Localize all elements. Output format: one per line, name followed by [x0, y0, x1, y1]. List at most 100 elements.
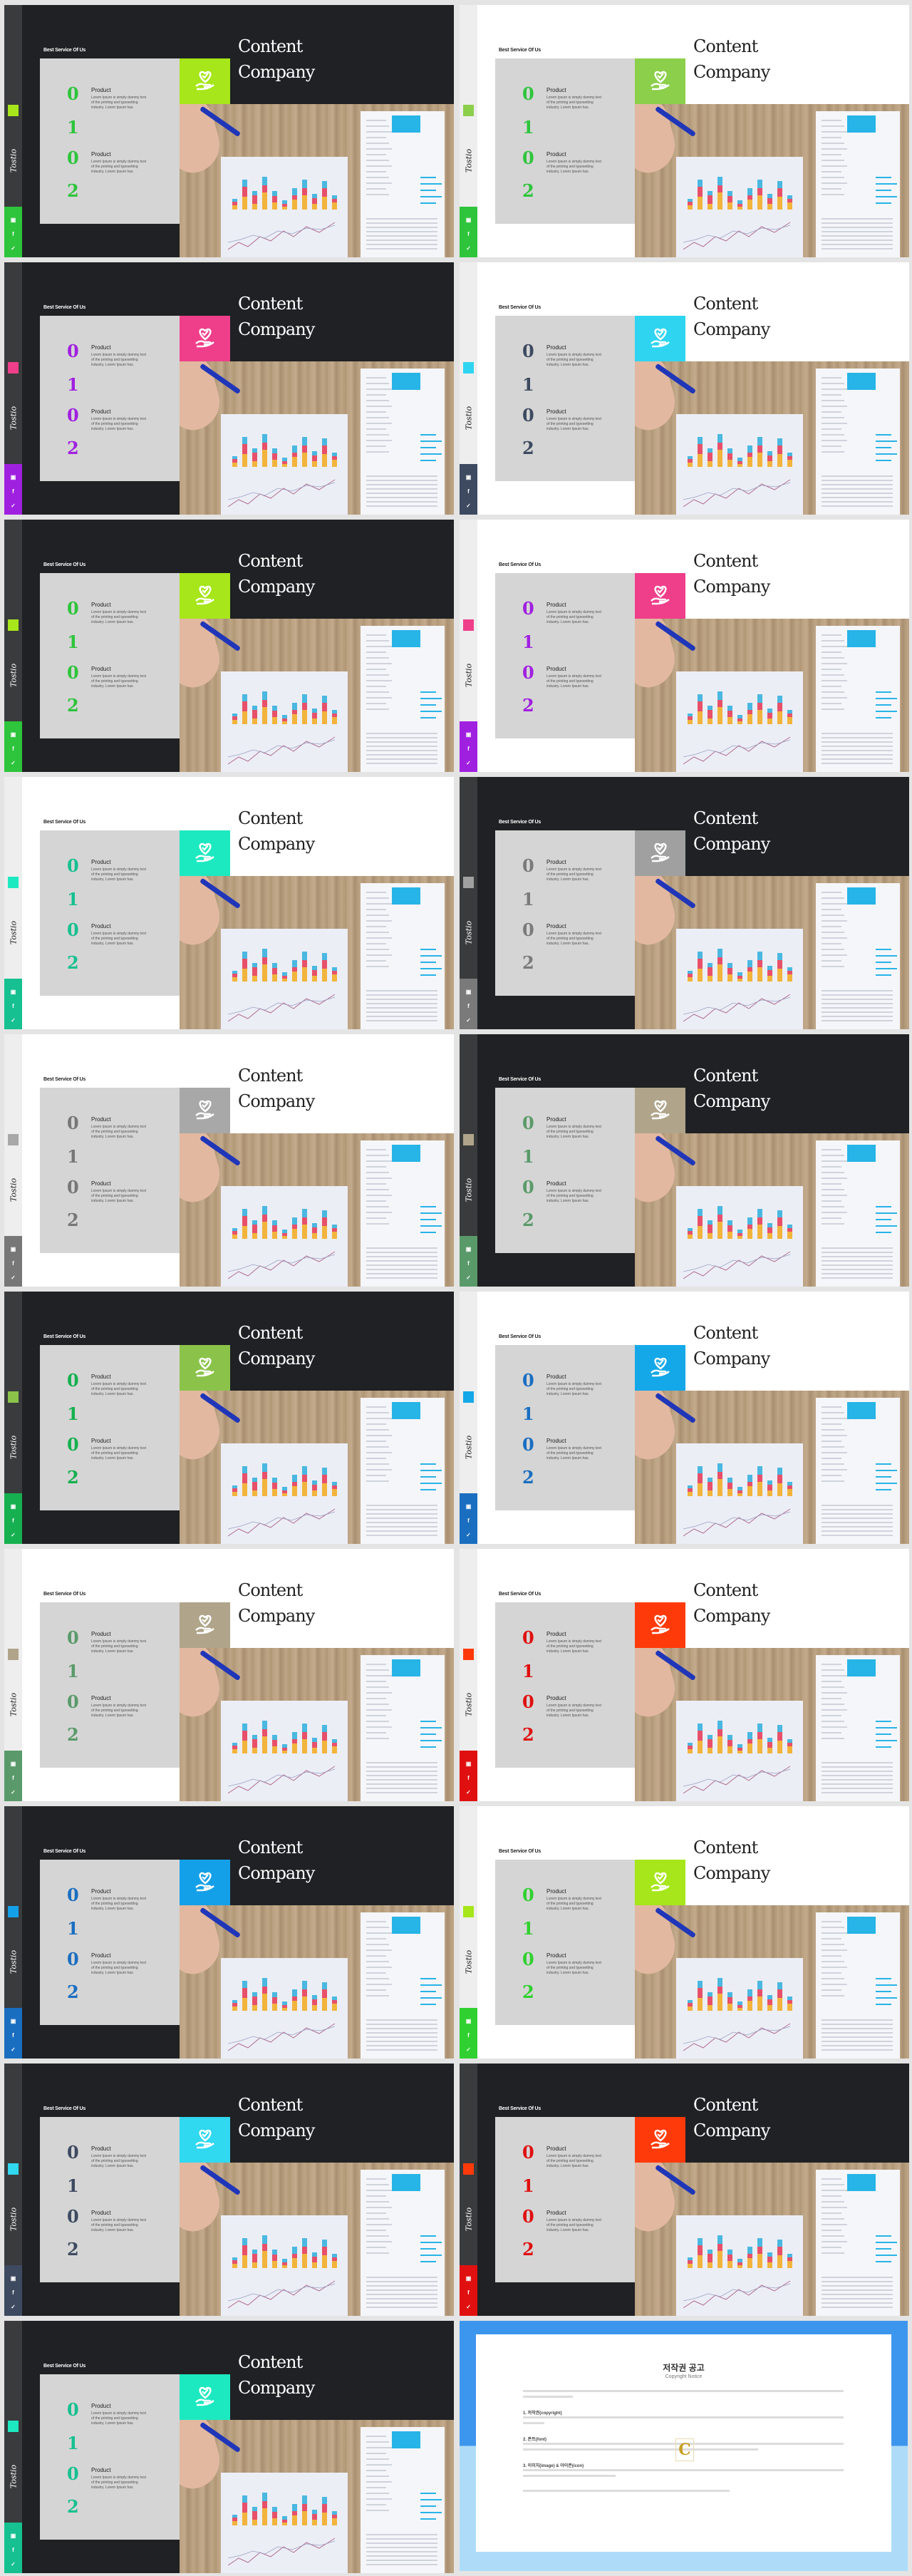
youtube-icon[interactable]: ▣ — [10, 1503, 16, 1510]
chart-bar — [262, 2244, 267, 2251]
youtube-icon[interactable]: ▣ — [465, 474, 472, 480]
slide-thumbnail[interactable]: Tostio ▣ f ✓ Best Service Of Us 0 1 0 2 Product Lo… — [4, 5, 454, 257]
hand-image — [635, 876, 682, 950]
text-line — [366, 1732, 386, 1733]
youtube-icon[interactable]: ▣ — [465, 2275, 472, 2282]
youtube-icon[interactable]: ▣ — [465, 217, 472, 223]
youtube-icon[interactable]: ▣ — [10, 2533, 16, 2539]
youtube-icon[interactable]: ▣ — [465, 989, 472, 995]
youtube-icon[interactable]: ▣ — [10, 2275, 16, 2282]
slide-thumbnail[interactable]: Tostio ▣ f ✓ Best Service Of Us 0 1 0 2 Product Lo… — [460, 777, 909, 1029]
facebook-icon[interactable]: f — [465, 2289, 472, 2296]
youtube-icon[interactable]: ▣ — [10, 1761, 16, 1767]
chart-bar — [232, 1746, 237, 1749]
twitter-icon[interactable]: ✓ — [10, 1532, 16, 1538]
youtube-icon[interactable]: ▣ — [465, 2018, 472, 2024]
slide-thumbnail[interactable]: Tostio ▣ f ✓ Best Service Of Us 0 1 0 2 Product Lo… — [4, 262, 454, 515]
facebook-icon[interactable]: f — [10, 231, 16, 237]
twitter-icon[interactable]: ✓ — [10, 2304, 16, 2310]
twitter-icon[interactable]: ✓ — [465, 245, 472, 252]
chart-bar — [757, 1475, 762, 1482]
slide-thumbnail[interactable]: Tostio ▣ f ✓ Best Service Of Us 0 1 0 2 Product Lo… — [460, 1549, 909, 1801]
facebook-icon[interactable]: f — [465, 1003, 472, 1009]
chart-bar — [787, 710, 792, 713]
twitter-icon[interactable]: ✓ — [465, 1532, 472, 1538]
text-line — [366, 758, 437, 760]
twitter-icon[interactable]: ✓ — [10, 245, 16, 252]
facebook-icon[interactable]: f — [10, 1260, 16, 1267]
slide-thumbnail[interactable]: Tostio ▣ f ✓ Best Service Of Us 0 1 0 2 Product Lo… — [460, 1292, 909, 1544]
slide-thumbnail[interactable]: Tostio ▣ f ✓ Best Service Of Us 0 1 0 2 Product Lo… — [460, 5, 909, 257]
twitter-icon[interactable]: ✓ — [10, 1017, 16, 1024]
twitter-icon[interactable]: ✓ — [465, 760, 472, 766]
facebook-icon[interactable]: f — [465, 1775, 472, 1781]
youtube-icon[interactable]: ▣ — [10, 1246, 16, 1252]
slide-thumbnail[interactable]: Tostio ▣ f ✓ Best Service Of Us 0 1 0 2 Product Lo… — [460, 1034, 909, 1287]
twitter-icon[interactable]: ✓ — [465, 2304, 472, 2310]
chart-bar — [292, 1482, 297, 1486]
facebook-icon[interactable]: f — [465, 1260, 472, 1267]
youtube-icon[interactable]: ▣ — [10, 217, 16, 223]
twitter-icon[interactable]: ✓ — [10, 760, 16, 766]
youtube-icon[interactable]: ▣ — [10, 2018, 16, 2024]
facebook-icon[interactable]: f — [10, 1518, 16, 1524]
title-line-1: Content — [238, 1066, 303, 1086]
slide-thumbnail[interactable]: Tostio ▣ f ✓ Best Service Of Us 0 1 0 2 Product Lo… — [460, 1806, 909, 2059]
twitter-icon[interactable]: ✓ — [465, 1789, 472, 1796]
slide-thumbnail[interactable]: Tostio ▣ f ✓ Best Service Of Us 0 1 0 2 Product Lo… — [460, 2064, 909, 2316]
sidebar: Tostio ▣ f ✓ — [460, 1549, 477, 1801]
twitter-icon[interactable]: ✓ — [465, 2046, 472, 2053]
slide-thumbnail[interactable]: Tostio ▣ f ✓ Best Service Of Us 0 1 0 2 Product Lo… — [4, 777, 454, 1029]
twitter-icon[interactable]: ✓ — [465, 1017, 472, 1024]
chart-bar — [777, 1989, 782, 1998]
text-line — [822, 1788, 893, 1789]
twitter-icon[interactable]: ✓ — [465, 503, 472, 509]
brand-script-logo: Tostio — [9, 1949, 19, 1974]
facebook-icon[interactable]: f — [10, 2289, 16, 2296]
skill-bar — [876, 2255, 897, 2256]
facebook-icon[interactable]: f — [10, 2032, 16, 2039]
youtube-icon[interactable]: ▣ — [10, 474, 16, 480]
text-line — [822, 488, 893, 490]
brand-script-logo: Tostio — [464, 406, 474, 431]
twitter-icon[interactable]: ✓ — [10, 1274, 16, 1281]
step-number: 0 — [67, 1434, 79, 1455]
facebook-icon[interactable]: f — [10, 746, 16, 752]
product-description: Lorem Ipsum is simply dummy text of the … — [546, 1382, 601, 1396]
twitter-icon[interactable]: ✓ — [10, 503, 16, 509]
slide-thumbnail[interactable]: Tostio ▣ f ✓ Best Service Of Us 0 1 0 2 Product Lo… — [4, 1034, 454, 1287]
slide-thumbnail[interactable]: Tostio ▣ f ✓ Best Service Of Us 0 1 0 2 Product Lo… — [4, 1292, 454, 1544]
facebook-icon[interactable]: f — [10, 1775, 16, 1781]
facebook-icon[interactable]: f — [465, 488, 472, 495]
twitter-icon[interactable]: ✓ — [465, 1274, 472, 1281]
youtube-icon[interactable]: ▣ — [465, 1503, 472, 1510]
slide-thumbnail[interactable]: Tostio ▣ f ✓ Best Service Of Us 0 1 0 2 Product Lo… — [4, 2321, 454, 2573]
youtube-icon[interactable]: ▣ — [465, 1761, 472, 1767]
slide-thumbnail[interactable]: Tostio ▣ f ✓ Best Service Of Us 0 1 0 2 Product Lo… — [4, 1549, 454, 1801]
twitter-icon[interactable]: ✓ — [10, 2561, 16, 2567]
facebook-icon[interactable]: f — [465, 231, 472, 237]
slide-thumbnail[interactable]: Tostio ▣ f ✓ Best Service Of Us 0 1 0 2 Product Lo… — [460, 520, 909, 772]
facebook-icon[interactable]: f — [10, 2547, 16, 2553]
copyright-notice-slide[interactable]: 저작권 공고 Copyright Notice 1. 저작권(copyright… — [460, 2321, 908, 2571]
chart-bar — [322, 1741, 327, 1753]
twitter-icon[interactable]: ✓ — [10, 1789, 16, 1796]
youtube-icon[interactable]: ▣ — [465, 1246, 472, 1252]
chart-bar — [242, 952, 247, 959]
slide-thumbnail[interactable]: Tostio ▣ f ✓ Best Service Of Us 0 1 0 2 Product Lo… — [4, 1806, 454, 2059]
slide-thumbnail[interactable]: Tostio ▣ f ✓ Best Service Of Us 0 1 0 2 Product Lo… — [460, 262, 909, 515]
chart-bar — [302, 952, 307, 960]
youtube-icon[interactable]: ▣ — [10, 989, 16, 995]
title-line-2: Company — [238, 1606, 315, 1626]
facebook-icon[interactable]: f — [10, 1003, 16, 1009]
chart-bar — [717, 1206, 722, 1215]
facebook-icon[interactable]: f — [465, 2032, 472, 2039]
slide-thumbnail[interactable]: Tostio ▣ f ✓ Best Service Of Us 0 1 0 2 Product Lo… — [4, 520, 454, 772]
youtube-icon[interactable]: ▣ — [465, 731, 472, 738]
youtube-icon[interactable]: ▣ — [10, 731, 16, 738]
facebook-icon[interactable]: f — [10, 488, 16, 495]
slide-thumbnail[interactable]: Tostio ▣ f ✓ Best Service Of Us 0 1 0 2 Product Lo… — [4, 2064, 454, 2316]
twitter-icon[interactable]: ✓ — [10, 2046, 16, 2053]
facebook-icon[interactable]: f — [465, 1518, 472, 1524]
facebook-icon[interactable]: f — [465, 746, 472, 752]
